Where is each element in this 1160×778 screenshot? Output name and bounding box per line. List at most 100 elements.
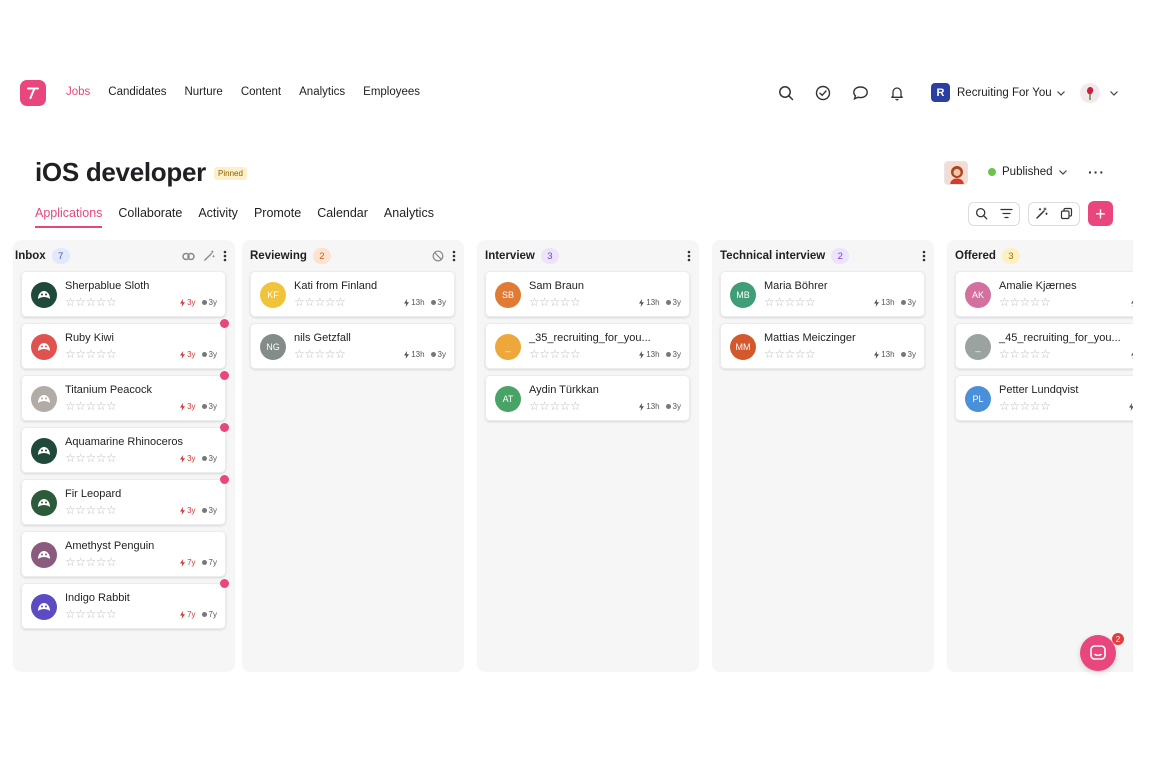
check-circle-icon[interactable]: [813, 83, 833, 103]
candidate-card[interactable]: Titanium Peacock ☆☆☆☆☆ 3y 3y: [21, 371, 229, 421]
star-rating[interactable]: ☆☆☆☆☆: [65, 295, 117, 309]
link-icon[interactable]: [182, 252, 195, 261]
candidate-card[interactable]: SB Sam Braun ☆☆☆☆☆ 13h 3y: [485, 271, 690, 317]
tab-calendar[interactable]: Calendar: [317, 206, 368, 228]
star-rating[interactable]: ☆☆☆☆☆: [999, 347, 1051, 361]
nav-link-employees[interactable]: Employees: [363, 86, 420, 98]
tab-analytics[interactable]: Analytics: [384, 206, 434, 228]
magic-wand-icon[interactable]: [203, 250, 215, 262]
star-rating[interactable]: ☆☆☆☆☆: [65, 451, 117, 465]
tab-activity[interactable]: Activity: [198, 206, 238, 228]
time-in-stage-value: 3y: [672, 402, 681, 411]
star-rating[interactable]: ☆☆☆☆☆: [65, 555, 117, 569]
star-rating[interactable]: ☆☆☆☆☆: [999, 399, 1051, 413]
candidate-card[interactable]: MM Mattias Meiczinger ☆☆☆☆☆ 13h 3y: [720, 323, 925, 369]
chevron-down-icon: [1056, 90, 1065, 96]
star-rating[interactable]: ☆☆☆☆☆: [529, 399, 581, 413]
candidate-card[interactable]: Amethyst Penguin ☆☆☆☆☆ 7y 7y: [21, 531, 226, 577]
kiwi-icon: [35, 338, 53, 356]
main-menu: Jobs Candidates Nurture Content Analytics Emp…: [66, 86, 438, 98]
more-vertical-icon[interactable]: [452, 250, 456, 262]
candidate-card[interactable]: AK Amalie Kjærnes ☆☆☆☆☆ 13h: [955, 271, 1133, 317]
candidate-card[interactable]: AT Aydin Türkkan ☆☆☆☆☆ 13h 3y: [485, 375, 690, 421]
user-menu[interactable]: [1080, 83, 1119, 103]
star-rating[interactable]: ☆☆☆☆☆: [764, 347, 816, 361]
chat-unread-badge: 2: [1112, 633, 1124, 645]
pipeline-column-offered: Offered 3 AK Amalie Kjærnes ☆☆☆☆☆ 13h _ _45_rec…: [947, 240, 1133, 672]
star-rating[interactable]: ☆☆☆☆☆: [764, 295, 816, 309]
nav-link-candidates[interactable]: Candidates: [108, 86, 166, 98]
candidate-card[interactable]: Fir Leopard ☆☆☆☆☆ 3y 3y: [21, 475, 229, 525]
candidate-card[interactable]: MB Maria Böhrer ☆☆☆☆☆ 13h 3y: [720, 271, 925, 317]
chat-launcher-button[interactable]: [1080, 635, 1116, 671]
publish-status: Published: [1002, 166, 1053, 178]
column-title: Inbox: [15, 250, 46, 262]
candidate-card[interactable]: _ _45_recruiting_for_you... ☆☆☆☆☆ 13h: [955, 323, 1133, 369]
star-rating[interactable]: ☆☆☆☆☆: [294, 347, 346, 361]
clock-icon: [900, 352, 906, 357]
candidate-avatar: _: [965, 334, 991, 360]
person-photo-icon: [945, 162, 967, 184]
time-in-stage-value: 3y: [208, 454, 217, 463]
column-actions: [424, 247, 456, 265]
candidate-card[interactable]: KF Kati from Finland ☆☆☆☆☆ 13h 3y: [250, 271, 455, 317]
tab-collaborate[interactable]: Collaborate: [118, 206, 182, 228]
candidate-meta: 3y 3y: [174, 506, 217, 515]
publish-status-dropdown[interactable]: Published: [988, 166, 1068, 178]
candidate-card[interactable]: _ _35_recruiting_for_you... ☆☆☆☆☆ 13h 3y: [485, 323, 690, 369]
magic-wand-icon[interactable]: [1029, 203, 1054, 225]
search-filter-group: [968, 201, 1020, 226]
pipeline-board: Inbox 7 Sherpablue Sloth ☆☆☆☆☆ 3y 3y Ruby Kiwi…: [0, 240, 1133, 683]
nav-link-analytics[interactable]: Analytics: [299, 86, 345, 98]
candidate-card[interactable]: NG nils Getzfall ☆☆☆☆☆ 13h 3y: [250, 323, 455, 369]
lightning-icon: 3y: [180, 454, 196, 463]
candidate-card[interactable]: Ruby Kiwi ☆☆☆☆☆ 3y 3y: [21, 319, 229, 369]
job-owner-avatar[interactable]: [944, 161, 968, 185]
more-vertical-icon[interactable]: [223, 250, 227, 262]
copy-icon[interactable]: [1054, 203, 1079, 225]
more-horizontal-icon[interactable]: ···: [1088, 164, 1105, 180]
lightning-icon: 13h: [1130, 350, 1133, 359]
chat-bubble-icon[interactable]: [850, 83, 870, 103]
clock-icon: [665, 300, 671, 305]
company-switcher[interactable]: R Recruiting For You: [931, 83, 1066, 102]
pinned-badge: Pinned: [214, 167, 247, 180]
candidate-name: Sam Braun: [529, 280, 585, 292]
star-rating[interactable]: ☆☆☆☆☆: [65, 607, 117, 621]
nav-link-content[interactable]: Content: [241, 86, 281, 98]
last-activity-time: 7y: [187, 558, 196, 567]
candidate-card[interactable]: Sherpablue Sloth ☆☆☆☆☆ 3y 3y: [21, 271, 226, 317]
block-icon[interactable]: [432, 250, 444, 262]
column-header: Offered 3: [955, 247, 1133, 265]
tab-promote[interactable]: Promote: [254, 206, 301, 228]
company-badge: R: [931, 83, 950, 102]
star-rating[interactable]: ☆☆☆☆☆: [999, 295, 1051, 309]
nav-link-nurture[interactable]: Nurture: [184, 86, 222, 98]
nav-link-jobs[interactable]: Jobs: [66, 86, 90, 98]
column-count-badge: 2: [831, 248, 850, 264]
more-vertical-icon[interactable]: [922, 250, 926, 262]
tab-applications[interactable]: Applications: [35, 206, 103, 228]
add-candidate-button[interactable]: +: [1088, 201, 1113, 226]
search-icon[interactable]: [776, 83, 796, 103]
filter-icon[interactable]: [994, 203, 1019, 225]
bell-icon[interactable]: [887, 83, 907, 103]
star-rating[interactable]: ☆☆☆☆☆: [65, 503, 117, 517]
star-rating[interactable]: ☆☆☆☆☆: [529, 295, 581, 309]
time-in-stage-value: 3y: [672, 350, 681, 359]
app-logo[interactable]: [20, 80, 46, 106]
search-icon[interactable]: [969, 203, 994, 225]
star-rating[interactable]: ☆☆☆☆☆: [294, 295, 346, 309]
star-rating[interactable]: ☆☆☆☆☆: [65, 347, 117, 361]
more-vertical-icon[interactable]: [687, 250, 691, 262]
star-rating[interactable]: ☆☆☆☆☆: [65, 399, 117, 413]
lightning-icon: 13h: [639, 350, 660, 359]
candidate-card[interactable]: Aquamarine Rhinoceros ☆☆☆☆☆ 3y 3y: [21, 423, 229, 473]
candidate-card[interactable]: Indigo Rabbit ☆☆☆☆☆ 7y 7y: [21, 579, 229, 629]
candidate-card[interactable]: PL Petter Lundqvist ☆☆☆☆☆ now: [955, 375, 1133, 421]
star-rating[interactable]: ☆☆☆☆☆: [529, 347, 581, 361]
lightning-icon: 13h: [1130, 298, 1133, 307]
rabbit-icon: [35, 598, 53, 616]
candidate-meta: 13h 3y: [868, 298, 916, 307]
column-actions: [174, 247, 227, 265]
